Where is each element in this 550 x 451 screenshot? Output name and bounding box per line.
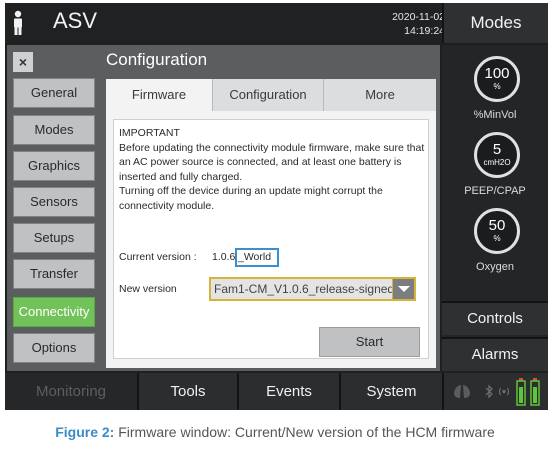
new-version-value: Fam1-CM_V1.0.6_release-signed — [214, 282, 392, 296]
alarms-button[interactable]: Alarms — [442, 337, 548, 371]
sidebar-item-sensors[interactable]: Sensors — [13, 187, 95, 217]
battery-icon — [516, 378, 540, 406]
minvol-unit: % — [493, 82, 501, 91]
oxygen-value: 50 — [488, 217, 506, 234]
parameter-panel: 100 % %MinVol 5 cmH2O PEEP/CPAP 50 % Oxy… — [442, 45, 548, 371]
firmware-notice: IMPORTANT Before updating the connectivi… — [119, 126, 425, 213]
date-text: 2020-11-02 — [392, 11, 445, 23]
new-version-label: New version — [119, 283, 177, 295]
oxygen-label: Oxygen — [476, 261, 514, 273]
peep-unit: cmH2O — [483, 158, 511, 167]
lungs-icon — [454, 385, 470, 398]
window-title: Configuration — [106, 50, 208, 69]
ventilator-screen: ASV 2020-11-02 14:19:24 Modes × Configur… — [5, 3, 548, 410]
dropdown-button[interactable] — [392, 279, 414, 299]
minvol-value: 100 — [484, 65, 510, 82]
current-version-label: Current version : — [119, 251, 197, 263]
top-bar: ASV 2020-11-02 14:19:24 Modes — [5, 3, 548, 43]
minvol-label: %MinVol — [473, 109, 517, 121]
settings-content: Firmware Configuration More IMPORTANT Be… — [106, 79, 436, 368]
sidebar-item-connectivity[interactable]: Connectivity — [13, 297, 95, 327]
close-button[interactable]: × — [13, 52, 33, 72]
patient-icon — [14, 10, 22, 35]
minvol-gauge[interactable]: 100 % — [474, 56, 520, 102]
peep-value: 5 — [492, 141, 502, 158]
new-version-select[interactable]: Fam1-CM_V1.0.6_release-signed — [209, 277, 416, 301]
notice-text-2: Turning off the device during an update … — [119, 185, 383, 212]
oxygen-unit: % — [493, 234, 501, 243]
tab-more[interactable]: More — [324, 79, 436, 111]
app-title: ASV — [53, 8, 98, 33]
sidebar-item-options[interactable]: Options — [13, 333, 95, 363]
tab-configuration[interactable]: Configuration — [213, 79, 324, 111]
peep-gauge[interactable]: 5 cmH2O — [474, 132, 520, 178]
caption-text: Firmware window: Current/New version of … — [118, 424, 495, 440]
notice-heading: IMPORTANT — [119, 127, 180, 139]
start-button[interactable]: Start — [319, 327, 420, 357]
modes-button[interactable]: Modes — [442, 3, 548, 43]
status-tray — [442, 373, 548, 410]
nav-system[interactable]: System — [339, 373, 442, 410]
current-version-suffix: _World — [235, 248, 279, 267]
current-version-number: 1.0.6 — [212, 251, 236, 263]
peep-label: PEEP/CPAP — [464, 185, 526, 197]
time-text: 14:19:24 — [404, 25, 445, 37]
sidebar-item-transfer[interactable]: Transfer — [13, 259, 95, 289]
sidebar-item-graphics[interactable]: Graphics — [13, 151, 95, 181]
sidebar-item-modes[interactable]: Modes — [13, 115, 95, 145]
chevron-down-icon — [398, 286, 410, 292]
controls-button[interactable]: Controls — [442, 301, 548, 335]
wireless-icon — [498, 387, 510, 396]
sidebar-item-general[interactable]: General — [13, 78, 95, 108]
figure-caption: Figure 2: Firmware window: Current/New v… — [0, 424, 550, 440]
tab-firmware[interactable]: Firmware — [106, 79, 213, 111]
bottom-nav: Monitoring Tools Events System — [5, 373, 548, 410]
oxygen-gauge[interactable]: 50 % — [474, 208, 520, 254]
sidebar-item-setups[interactable]: Setups — [13, 223, 95, 253]
figure-label: Figure 2: — [55, 424, 115, 440]
date-time: 2020-11-02 14:19:24 — [365, 10, 445, 38]
configuration-window: × Configuration General Modes Graphics S… — [7, 45, 440, 371]
firmware-pane: IMPORTANT Before updating the connectivi… — [113, 119, 429, 359]
nav-tools[interactable]: Tools — [137, 373, 237, 410]
notice-text-1: Before updating the connectivity module … — [119, 141, 425, 183]
nav-monitoring[interactable]: Monitoring — [5, 373, 137, 410]
nav-events[interactable]: Events — [237, 373, 339, 410]
bluetooth-icon — [485, 384, 493, 399]
